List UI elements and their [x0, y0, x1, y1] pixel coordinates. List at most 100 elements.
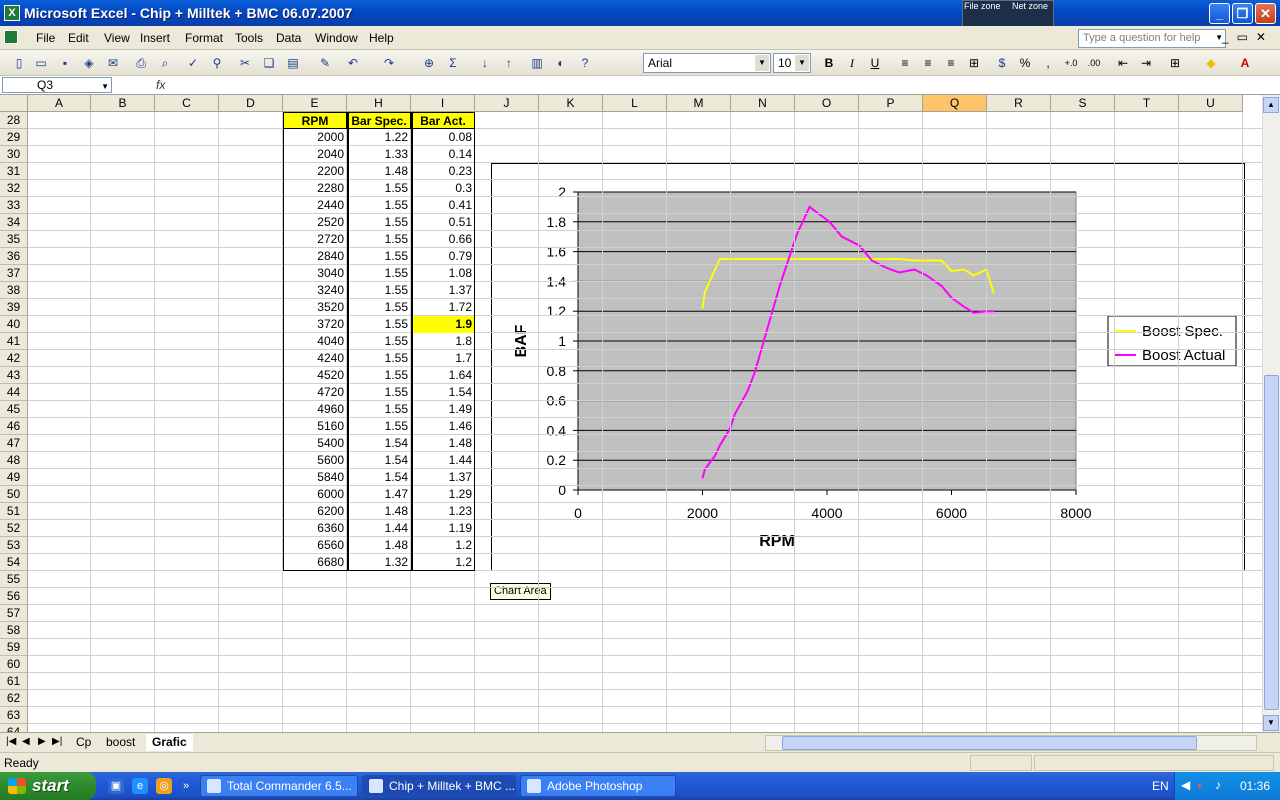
table-cell[interactable]: 1.32 — [347, 554, 411, 571]
table-cell[interactable]: 0.79 — [411, 248, 475, 265]
table-cell[interactable]: 1.48 — [347, 537, 411, 554]
borders-icon[interactable]: ⊞ — [1166, 54, 1184, 72]
row-header[interactable]: 58 — [0, 622, 28, 639]
column-header-A[interactable]: A — [28, 95, 91, 112]
column-header-C[interactable]: C — [155, 95, 219, 112]
table-cell[interactable]: 1.55 — [347, 214, 411, 231]
column-header-B[interactable]: B — [91, 95, 155, 112]
table-cell[interactable]: 1.9 — [411, 316, 475, 333]
cut-icon[interactable]: ✂ — [236, 54, 254, 72]
row-header[interactable]: 30 — [0, 146, 28, 163]
comma-icon[interactable]: , — [1039, 54, 1057, 72]
prev-sheet-icon[interactable]: ◀ — [22, 736, 30, 747]
column-header-P[interactable]: P — [859, 95, 923, 112]
select-all-corner[interactable] — [0, 95, 28, 112]
row-header[interactable]: 48 — [0, 452, 28, 469]
row-header[interactable]: 56 — [0, 588, 28, 605]
permission-icon[interactable]: ◈ — [80, 54, 98, 72]
copy-icon[interactable]: ❏ — [260, 54, 278, 72]
last-sheet-icon[interactable]: ▶| — [52, 736, 62, 747]
first-sheet-icon[interactable]: |◀ — [6, 736, 16, 747]
table-cell[interactable]: 0.41 — [411, 197, 475, 214]
more-quicklaunch-icon[interactable]: » — [178, 778, 194, 794]
close-button[interactable]: ✕ — [1255, 3, 1276, 24]
table-cell[interactable]: 4240 — [283, 350, 347, 367]
autosum-icon[interactable]: Σ — [444, 54, 462, 72]
chart-wizard-icon[interactable]: ▥ — [528, 54, 546, 72]
row-header[interactable]: 44 — [0, 384, 28, 401]
row-header[interactable]: 35 — [0, 231, 28, 248]
start-button[interactable]: start — [0, 772, 96, 800]
sheet-tab-boost[interactable]: boost — [100, 734, 141, 751]
table-cell[interactable]: 1.44 — [347, 520, 411, 537]
fill-color-icon[interactable]: ◆ — [1202, 54, 1220, 72]
column-header-J[interactable]: J — [475, 95, 539, 112]
font-color-icon[interactable]: A — [1236, 54, 1254, 72]
media-icon[interactable]: ◎ — [156, 778, 172, 794]
table-cell[interactable]: 1.55 — [347, 367, 411, 384]
percent-icon[interactable]: % — [1016, 54, 1034, 72]
research-icon[interactable]: ⚲ — [208, 54, 226, 72]
table-cell[interactable]: 1.54 — [347, 469, 411, 486]
row-header[interactable]: 52 — [0, 520, 28, 537]
table-cell[interactable]: 5600 — [283, 452, 347, 469]
email-icon[interactable]: ✉ — [104, 54, 122, 72]
table-cell[interactable]: 1.55 — [347, 350, 411, 367]
decrease-indent-icon[interactable]: ⇤ — [1114, 54, 1132, 72]
column-header-L[interactable]: L — [603, 95, 667, 112]
row-header[interactable]: 34 — [0, 214, 28, 231]
row-header[interactable]: 43 — [0, 367, 28, 384]
table-cell[interactable]: 6680 — [283, 554, 347, 571]
table-cell[interactable]: 0.66 — [411, 231, 475, 248]
align-right-icon[interactable]: ≡ — [942, 54, 960, 72]
row-header[interactable]: 37 — [0, 265, 28, 282]
table-cell[interactable]: 1.55 — [347, 299, 411, 316]
chevron-down-icon[interactable]: ▼ — [795, 55, 809, 71]
table-cell[interactable]: 1.48 — [347, 503, 411, 520]
column-header-M[interactable]: M — [667, 95, 731, 112]
row-header[interactable]: 31 — [0, 163, 28, 180]
row-header[interactable]: 54 — [0, 554, 28, 571]
table-header-cell[interactable]: Bar Spec. — [347, 112, 411, 129]
table-cell[interactable]: 1.64 — [411, 367, 475, 384]
table-cell[interactable]: 1.55 — [347, 248, 411, 265]
row-header[interactable]: 62 — [0, 690, 28, 707]
minimize-button[interactable]: _ — [1209, 3, 1230, 24]
row-header[interactable]: 39 — [0, 299, 28, 316]
table-cell[interactable]: 1.55 — [347, 384, 411, 401]
menu-insert[interactable]: Insert — [140, 31, 170, 45]
row-header[interactable]: 28 — [0, 112, 28, 129]
row-header[interactable]: 57 — [0, 605, 28, 622]
table-cell[interactable]: 1.7 — [411, 350, 475, 367]
table-cell[interactable]: 1.55 — [347, 316, 411, 333]
menu-format[interactable]: Format — [185, 31, 223, 45]
row-header[interactable]: 41 — [0, 333, 28, 350]
increase-indent-icon[interactable]: ⇥ — [1137, 54, 1155, 72]
row-header[interactable]: 38 — [0, 282, 28, 299]
table-cell[interactable]: 5840 — [283, 469, 347, 486]
column-header-S[interactable]: S — [1051, 95, 1115, 112]
redo-icon[interactable]: ↷ — [380, 54, 398, 72]
table-cell[interactable]: 6560 — [283, 537, 347, 554]
row-header[interactable]: 55 — [0, 571, 28, 588]
table-cell[interactable]: 4040 — [283, 333, 347, 350]
volume-icon[interactable]: ♪ — [1215, 778, 1221, 792]
chart-area[interactable]: 0 0.2 0.4 0.6 0.8 1 1.2 1.4 1.6 1.8 2 0 2000 4000 6000… — [491, 163, 1245, 571]
table-cell[interactable]: 1.48 — [347, 163, 411, 180]
table-cell[interactable]: 1.23 — [411, 503, 475, 520]
font-name-select[interactable]: Arial ▼ — [643, 53, 771, 73]
table-cell[interactable]: 1.44 — [411, 452, 475, 469]
help-icon[interactable]: ? — [576, 54, 594, 72]
table-cell[interactable]: 1.55 — [347, 197, 411, 214]
row-header[interactable]: 59 — [0, 639, 28, 656]
table-cell[interactable]: 1.48 — [411, 435, 475, 452]
table-cell[interactable]: 2520 — [283, 214, 347, 231]
column-header-E[interactable]: E — [283, 95, 347, 112]
font-size-select[interactable]: 10 ▼ — [773, 53, 811, 73]
taskbar-button[interactable]: Adobe Photoshop — [520, 775, 676, 797]
sheet-tab-grafic[interactable]: Grafic — [146, 734, 193, 751]
show-desktop-icon[interactable]: ▣ — [108, 778, 124, 794]
align-center-icon[interactable]: ≡ — [919, 54, 937, 72]
underline-icon[interactable]: U — [866, 54, 884, 72]
table-cell[interactable]: 1.55 — [347, 418, 411, 435]
